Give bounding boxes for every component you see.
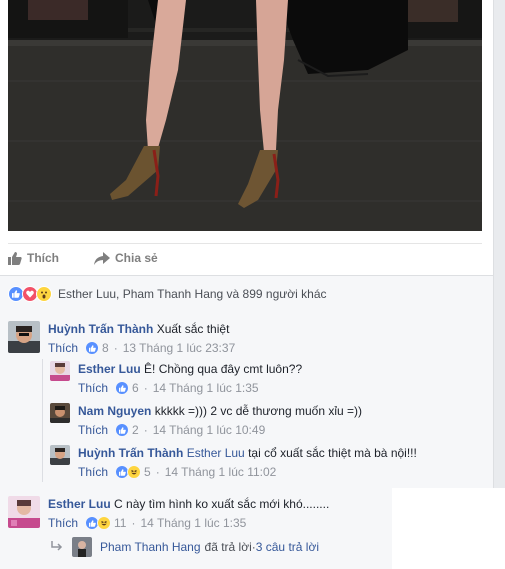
like-reaction-icon (115, 381, 130, 395)
avatar[interactable] (8, 321, 40, 353)
blank-overlay (392, 488, 505, 569)
reply: Huỳnh Trấn Thành Esther Luu tại cổ xuất … (50, 445, 417, 479)
post-photo[interactable] (8, 0, 482, 231)
comment-like-link[interactable]: Thích (78, 381, 108, 395)
thumbs-up-icon (8, 251, 22, 265)
reply-count[interactable]: 3 câu trả lời (256, 540, 319, 554)
view-replies-link[interactable]: Pham Thanh Hang đã trả lời · 3 câu trả l… (50, 537, 319, 557)
comment-author[interactable]: Esther Luu (78, 362, 141, 376)
haha-reaction-icon (97, 516, 112, 530)
comment-like-link[interactable]: Thích (78, 465, 108, 479)
post-card: Thích Chia sẻ Esther Luu, Pham Thanh Han… (0, 0, 494, 569)
divider (8, 243, 482, 244)
haha-reaction-icon (127, 465, 142, 479)
reactions-summary-text: Esther Luu, Pham Thanh Hang và 899 người… (58, 287, 327, 301)
comment-timestamp[interactable]: 14 Tháng 1 lúc 1:35 (153, 381, 259, 395)
share-arrow-icon (94, 251, 110, 265)
post-action-bar: Thích Chia sẻ (8, 250, 158, 266)
comment-timestamp[interactable]: 14 Tháng 1 lúc 1:35 (140, 516, 246, 530)
share-button[interactable]: Chia sẻ (94, 251, 158, 265)
comment-like-link[interactable]: Thích (78, 423, 108, 437)
avatar[interactable] (50, 445, 70, 465)
comment: Huỳnh Trấn Thành Xuất sắc thiệt Thích 8 … (8, 321, 235, 355)
comment-author[interactable]: Huỳnh Trấn Thành (78, 446, 183, 460)
reaction-count[interactable]: 2 (132, 423, 139, 437)
comment-text: C này tìm hình ko xuất sắc mới khó......… (114, 497, 330, 511)
mentioned-user[interactable]: Esther Luu (187, 446, 245, 460)
comment-author[interactable]: Nam Nguyen (78, 404, 151, 418)
reply-arrow-icon (51, 541, 63, 551)
comment-like-link[interactable]: Thích (48, 341, 78, 355)
like-button[interactable]: Thích (8, 251, 59, 265)
avatar[interactable] (50, 361, 70, 381)
avatar[interactable] (50, 403, 70, 423)
like-label: Thích (27, 251, 59, 265)
separator: · (155, 465, 160, 479)
reply-thread-line (42, 359, 43, 482)
separator: · (143, 423, 148, 437)
separator: · (113, 341, 118, 355)
reply-author[interactable]: Pham Thanh Hang (100, 540, 201, 554)
comment-timestamp[interactable]: 13 Tháng 1 lúc 23:37 (123, 341, 236, 355)
reply-action-text: đã trả lời (204, 540, 252, 554)
separator: · (143, 381, 148, 395)
reaction-count[interactable]: 5 (144, 465, 151, 479)
comment-author[interactable]: Huỳnh Trấn Thành (48, 322, 153, 336)
wow-reaction-icon (36, 286, 52, 302)
comment-author[interactable]: Esther Luu (48, 497, 111, 511)
reaction-count[interactable]: 8 (102, 341, 109, 355)
like-reaction-icon (115, 423, 130, 437)
reactions-summary[interactable]: Esther Luu, Pham Thanh Hang và 899 người… (8, 286, 327, 302)
comment-text: tại cổ xuất sắc thiệt mà bà nội!!! (248, 446, 417, 460)
avatar[interactable] (8, 496, 40, 528)
photo-illustration (8, 0, 482, 231)
share-label: Chia sẻ (115, 251, 158, 265)
comment-text: Xuất sắc thiệt (156, 322, 230, 336)
comment-timestamp[interactable]: 14 Tháng 1 lúc 11:02 (165, 465, 277, 479)
reaction-count[interactable]: 6 (132, 381, 139, 395)
comment: Esther Luu C này tìm hình ko xuất sắc mớ… (8, 496, 329, 530)
avatar[interactable] (72, 537, 92, 557)
comment-like-link[interactable]: Thích (48, 516, 78, 530)
comment-timestamp[interactable]: 14 Tháng 1 lúc 10:49 (153, 423, 266, 437)
separator: · (131, 516, 136, 530)
reply: Nam Nguyen kkkkk =))) 2 vc dễ thương muố… (50, 403, 362, 437)
reply: Esther Luu Ê! Chồng qua đây cmt luôn?? T… (50, 361, 302, 395)
like-reaction-icon (85, 341, 100, 355)
comment-text: Ê! Chồng qua đây cmt luôn?? (144, 362, 303, 376)
reaction-count[interactable]: 11 (114, 516, 126, 530)
comment-text: kkkkk =))) 2 vc dễ thương muốn xỉu =)) (154, 404, 363, 418)
